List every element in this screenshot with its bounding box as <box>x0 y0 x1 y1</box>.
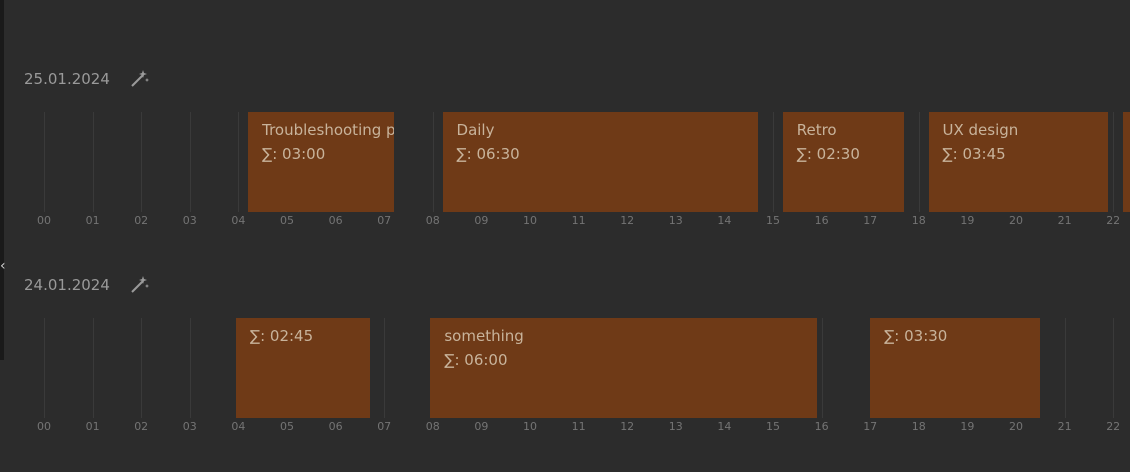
hour-gridline <box>821 318 823 418</box>
task-title: Troubleshooting p <box>262 121 394 139</box>
hour-label: 11 <box>571 214 586 227</box>
hour-label: 18 <box>911 420 926 433</box>
hour-label: 18 <box>911 214 926 227</box>
hour-label: 17 <box>863 214 878 227</box>
hour-label: 02 <box>134 214 149 227</box>
day-section-day-24: 24.01.2024 00 01 02 03 04 05 06 07 08 09 10 11 12 13 14… <box>24 272 1130 472</box>
hour-label: 05 <box>280 214 294 227</box>
hour-label: 19 <box>960 420 975 433</box>
hour-label: 05 <box>280 420 294 433</box>
task-block[interactable]: ∑: 03:30 <box>870 318 1041 418</box>
timeline: 00 01 02 03 04 05 06 07 08 09 10 11 12 13 14 15 16 17 18 19… <box>24 66 1130 266</box>
hour-label: 04 <box>231 214 246 227</box>
hour-label: 10 <box>523 420 537 433</box>
day-section-day-25: 25.01.2024 00 01 02 03 04 05 06 07 08 09 10 11 12 13 14… <box>24 66 1130 266</box>
hour-label: 13 <box>668 420 683 433</box>
hour-label: 22 <box>1106 420 1121 433</box>
hour-label: 10 <box>523 214 537 227</box>
hour-label: 08 <box>425 214 440 227</box>
task-title: ∑: 03:30 <box>884 327 948 345</box>
hour-label: 20 <box>1009 420 1023 433</box>
hour-label: 12 <box>620 420 635 433</box>
task-total: ∑: 06:00 <box>444 351 508 369</box>
task-title: UX design <box>942 121 1019 139</box>
hour-gridline <box>44 318 45 418</box>
hour-label: 16 <box>814 214 829 227</box>
hour-gridline <box>1064 318 1066 418</box>
task-title: ∑: 02:45 <box>249 327 314 345</box>
hour-gridline <box>141 318 143 418</box>
task-block[interactable]: ∑: 02:45 <box>235 318 370 418</box>
hour-gridline <box>1113 318 1115 418</box>
hour-label: 04 <box>231 420 246 433</box>
hour-label: 09 <box>474 420 489 433</box>
task-total: ∑: 03:00 <box>262 145 326 163</box>
task-title: something <box>444 327 524 345</box>
hour-gridline <box>1113 112 1115 212</box>
task-block[interactable]: Daily ∑: 06:30 <box>442 112 759 212</box>
hour-label: 12 <box>620 214 635 227</box>
hour-gridline <box>92 318 94 418</box>
task-title: Daily <box>456 121 495 139</box>
hour-label: 14 <box>717 420 732 433</box>
hour-label: 11 <box>571 420 586 433</box>
hour-label: 22 <box>1106 214 1121 227</box>
task-total: ∑: 03:45 <box>942 145 1006 163</box>
task-block[interactable]: something ∑: 06:00 <box>430 318 817 418</box>
hour-gridline <box>432 112 434 212</box>
hour-label: 06 <box>328 420 343 433</box>
hour-label: 20 <box>1009 214 1023 227</box>
task-block[interactable]: Troubleshooting p ∑: 03:00 <box>248 112 394 212</box>
hour-label: 21 <box>1057 214 1072 227</box>
hour-label: 19 <box>960 214 975 227</box>
task-block[interactable] <box>1122 112 1130 212</box>
hour-label: 09 <box>474 214 489 227</box>
task-block[interactable]: Retro ∑: 02:30 <box>782 112 905 212</box>
hour-label: 00 <box>37 214 51 227</box>
hour-label: 03 <box>182 214 197 227</box>
hour-label: 03 <box>182 420 197 433</box>
hour-label: 14 <box>717 214 732 227</box>
timeline: 00 01 02 03 04 05 06 07 08 09 10 11 12 13 14 15 16 17 18 19… <box>24 272 1130 472</box>
hour-gridline <box>141 112 143 212</box>
task-block[interactable]: UX design ∑: 03:45 <box>928 112 1109 212</box>
hour-gridline <box>92 112 94 212</box>
hour-label: 08 <box>425 420 440 433</box>
hour-label: 07 <box>377 420 392 433</box>
hour-label: 15 <box>766 420 780 433</box>
hour-label: 01 <box>85 214 100 227</box>
collapse-chevron-icon[interactable]: ‹ <box>0 257 10 275</box>
hour-gridline <box>238 112 240 212</box>
hour-gridline <box>384 318 386 418</box>
hour-gridline <box>189 318 191 418</box>
hour-gridline <box>773 112 774 212</box>
hour-gridline <box>918 112 920 212</box>
hour-gridline <box>189 112 191 212</box>
hour-label: 06 <box>328 214 343 227</box>
hour-label: 21 <box>1057 420 1072 433</box>
hour-label: 02 <box>134 420 149 433</box>
hour-label: 07 <box>377 214 392 227</box>
task-total: ∑: 02:30 <box>796 145 860 163</box>
task-total: ∑: 06:30 <box>456 145 520 163</box>
hour-label: 00 <box>37 420 51 433</box>
hour-label: 13 <box>668 214 683 227</box>
hour-label: 17 <box>863 420 878 433</box>
hour-label: 01 <box>85 420 100 433</box>
task-title: Retro <box>796 121 837 139</box>
hour-gridline <box>44 112 45 212</box>
hour-label: 15 <box>766 214 780 227</box>
hour-label: 16 <box>814 420 829 433</box>
left-rail <box>0 0 4 360</box>
